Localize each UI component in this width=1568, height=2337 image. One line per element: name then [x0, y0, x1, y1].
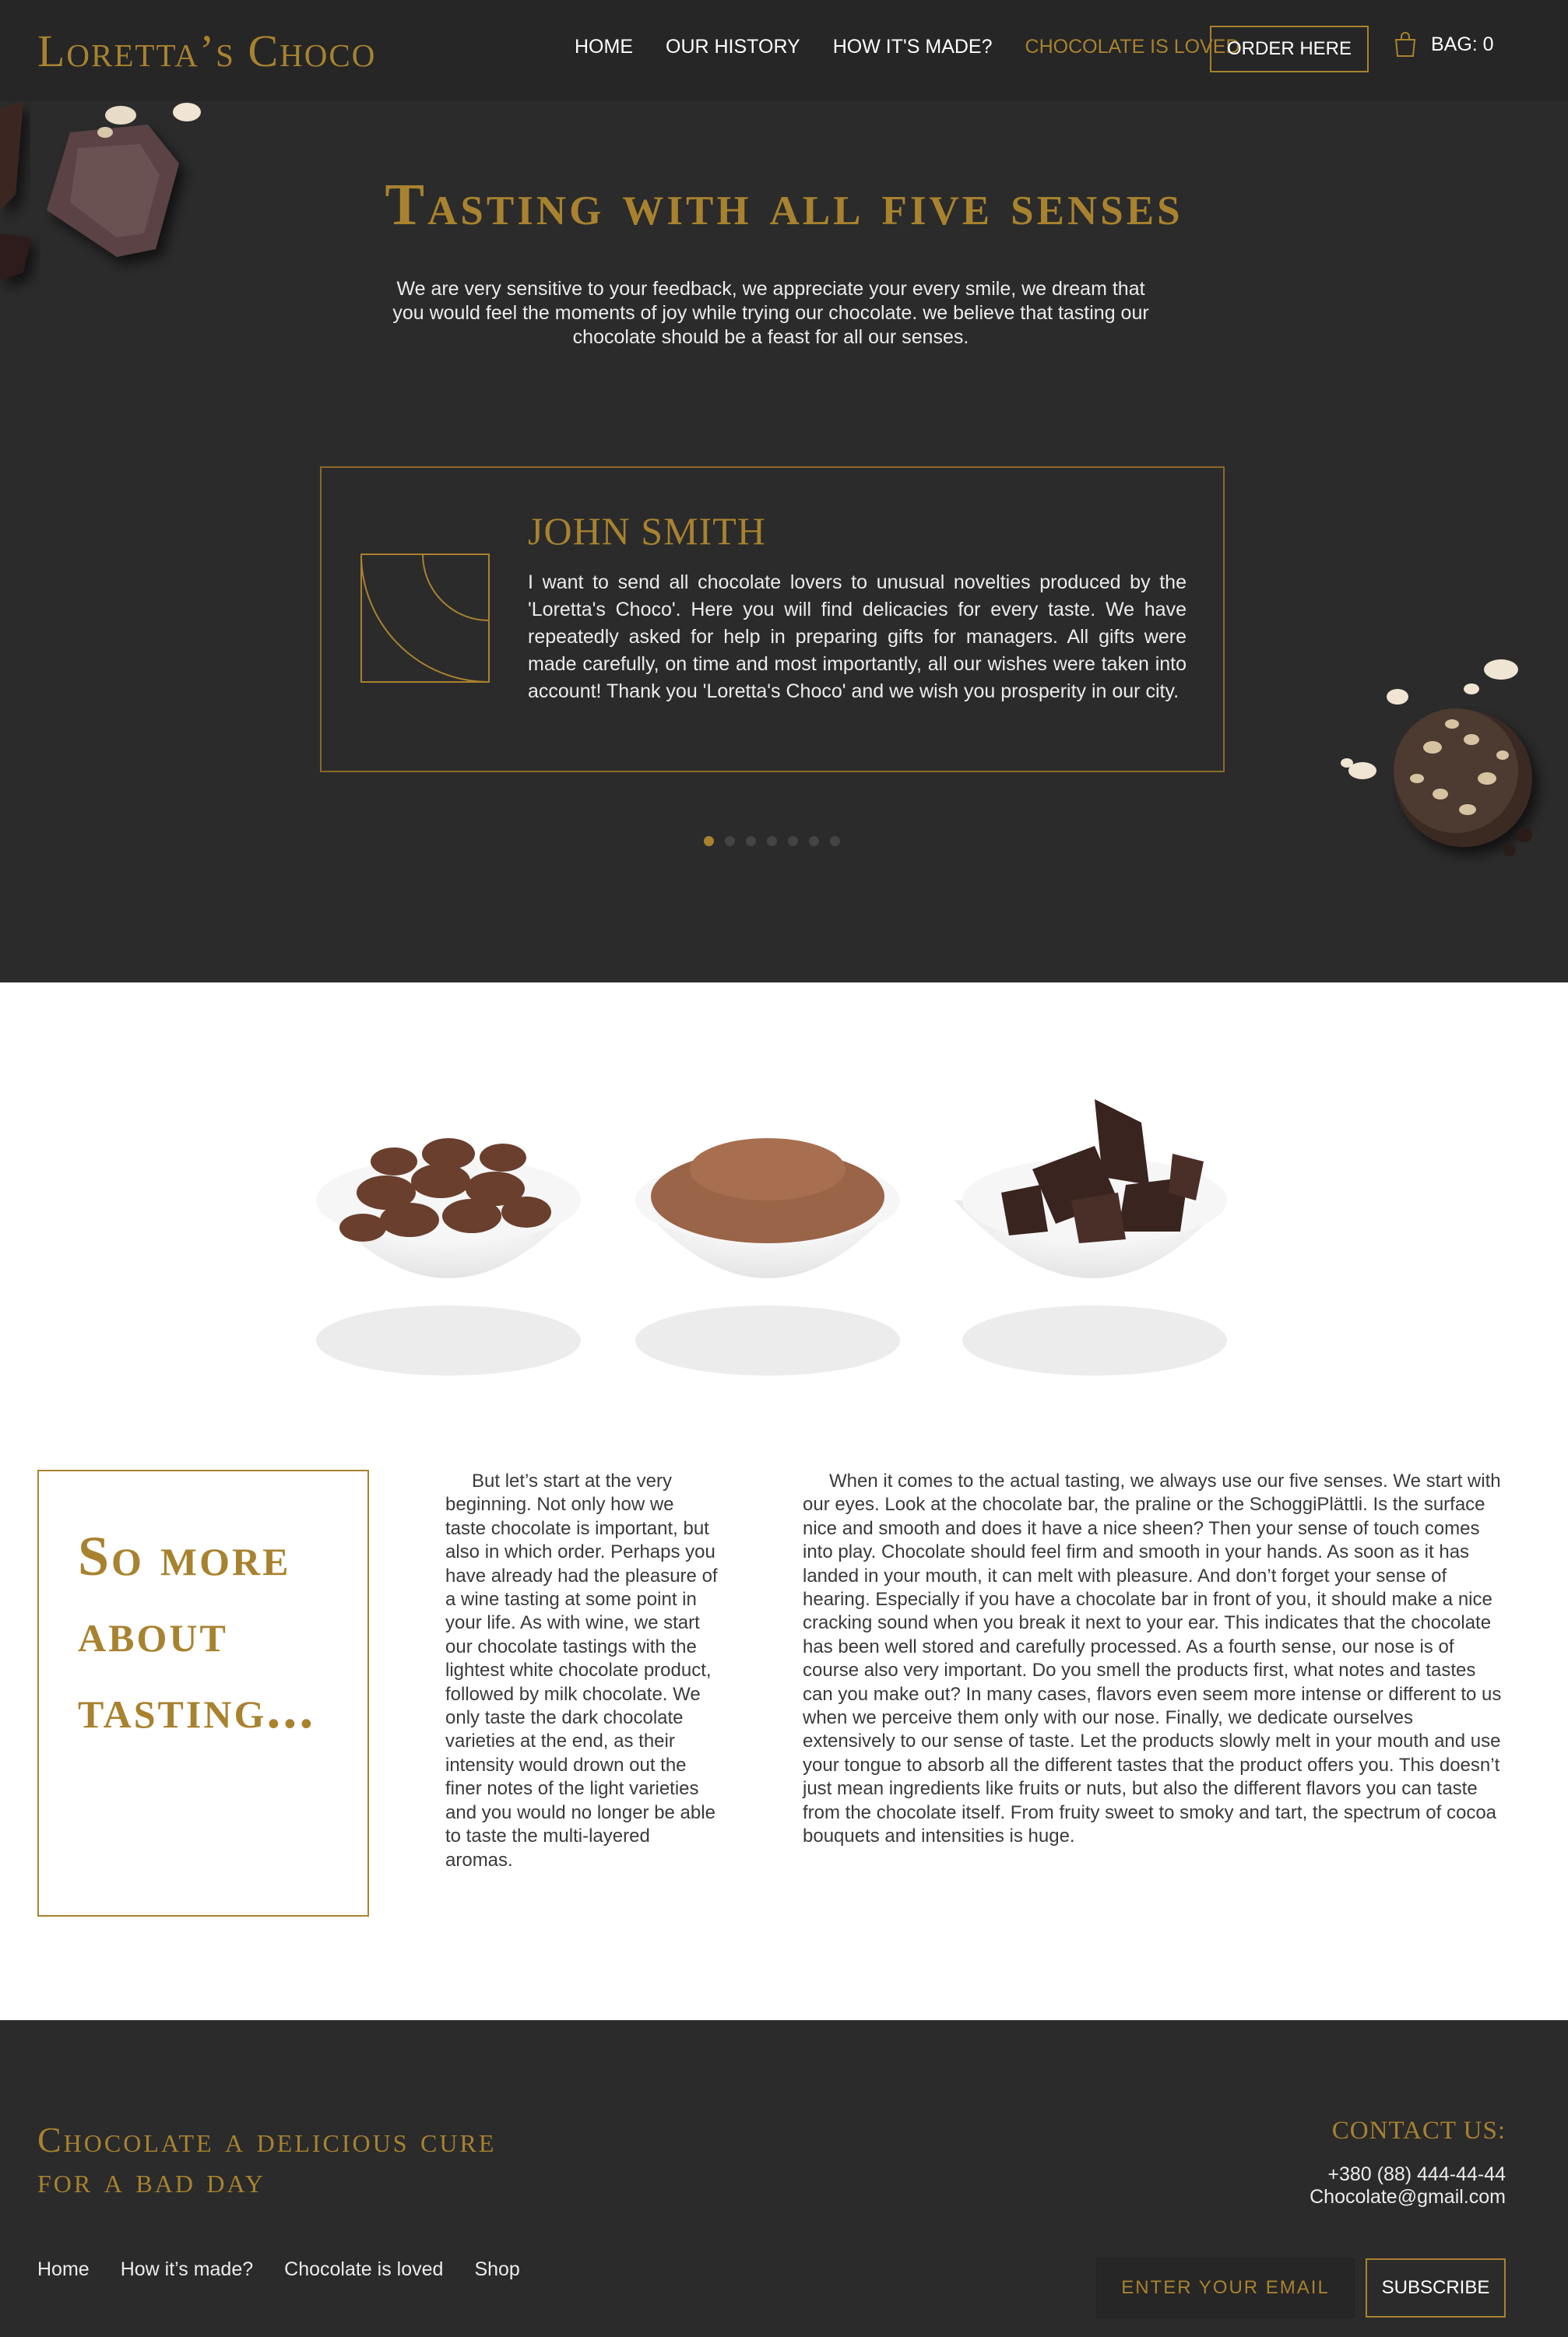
slider-dot[interactable] — [830, 836, 840, 846]
tasting-section: So more about tasting... But let’s start… — [0, 982, 1568, 2020]
slider-dot[interactable] — [788, 836, 798, 846]
brand-logo[interactable]: Loretta’s Choco — [37, 25, 376, 77]
footer-link-shop[interactable]: Shop — [474, 2258, 519, 2281]
footer-link-how-its-made[interactable]: How it’s made? — [121, 2258, 253, 2281]
footer-link-home[interactable]: Home — [37, 2258, 90, 2281]
slider-dot[interactable] — [746, 836, 756, 846]
top-nav: Loretta’s Choco HOME OUR HISTORY HOW IT'… — [0, 0, 1568, 101]
slider-dots — [704, 836, 840, 846]
order-here-button[interactable]: ORDER HERE — [1210, 26, 1369, 72]
shopping-bag[interactable]: BAG: 0 — [1394, 31, 1494, 58]
subscribe-button[interactable]: SUBSCRIBE — [1366, 2258, 1506, 2318]
footer-link-chocolate-is-loved[interactable]: Chocolate is loved — [284, 2258, 443, 2281]
section-description: We are very sensitive to your feedback, … — [392, 278, 1149, 348]
main-menu: HOME OUR HISTORY HOW IT'S MADE? CHOCOLAT… — [575, 36, 1240, 58]
tasting-text-column-1: But let’s start at the very beginning. N… — [445, 1471, 718, 1871]
tasting-text-column-2: When it comes to the actual tasting, we … — [803, 1471, 1502, 1847]
testimonial-card: JOHN SMITH I want to send all chocolate … — [320, 466, 1225, 772]
nav-item-chocolate-is-loved[interactable]: CHOCOLATE IS LOVED — [1025, 36, 1240, 58]
slider-dot[interactable] — [725, 836, 735, 846]
slider-dot[interactable] — [704, 836, 714, 846]
newsletter-email-input[interactable] — [1096, 2258, 1355, 2318]
bag-count: BAG: 0 — [1431, 33, 1494, 55]
nav-item-how-its-made[interactable]: HOW IT'S MADE? — [833, 36, 993, 58]
more-about-tasting-box: So more about tasting... — [37, 1470, 369, 1917]
contact-title: CONTACT US: — [1331, 2117, 1506, 2145]
truffle-image — [1341, 659, 1532, 856]
section-title: Tasting with all five senses — [385, 172, 1183, 237]
testimonials-section: Tasting with all five senses We are very… — [0, 101, 1568, 982]
footer-tagline: Chocolate a delicious cure for a bad day — [37, 2120, 497, 2200]
nav-item-our-history[interactable]: OUR HISTORY — [666, 36, 800, 58]
contact-email[interactable]: Chocolate@gmail.com — [1310, 2186, 1506, 2209]
cocoa-bowls-image — [316, 1099, 1227, 1376]
testimonial-author: JOHN SMITH — [528, 509, 766, 553]
contact-phone[interactable]: +380 (88) 444-44-44 — [1327, 2163, 1506, 2186]
nav-item-home[interactable]: HOME — [575, 36, 633, 58]
more-about-tasting-title: So more about tasting... — [78, 1525, 316, 1740]
slider-dot[interactable] — [767, 836, 777, 846]
footer-menu: Home How it’s made? Chocolate is loved S… — [37, 2258, 520, 2281]
quarter-arcs-icon — [360, 554, 490, 683]
testimonial-text: I want to send all chocolate lovers to u… — [528, 571, 1187, 702]
slider-dot[interactable] — [809, 836, 819, 846]
shopping-bag-icon — [1394, 32, 1416, 57]
footer: Chocolate a delicious cure for a bad day… — [0, 2020, 1568, 2337]
